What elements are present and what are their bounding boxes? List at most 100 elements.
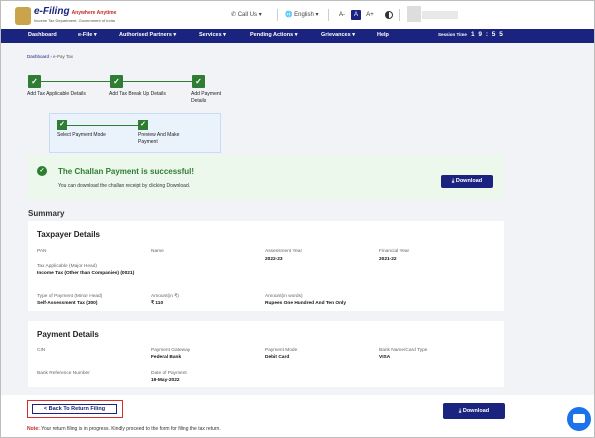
payment-title: Payment Details — [37, 330, 99, 339]
fy-label: Financial Year — [379, 249, 410, 254]
download-label: Download — [462, 408, 490, 414]
chat-icon — [573, 414, 585, 423]
divider — [399, 9, 400, 21]
taxpayer-title: Taxpayer Details — [37, 230, 100, 239]
mode-value: Debit Card — [265, 355, 290, 360]
contrast-icon[interactable] — [385, 11, 393, 19]
font-increase-button[interactable]: A+ — [365, 10, 375, 20]
nav-services-label: Services — [199, 32, 222, 38]
download-icon: ⤓ — [451, 178, 455, 184]
bottom-actions: < Back To Return Filing ⤓ Download Note:… — [1, 395, 594, 437]
nav-grievances-label: Grievances — [321, 32, 351, 38]
success-subtitle: You can download the challan receipt by … — [58, 183, 191, 189]
nav-authorised-partners[interactable]: Authorised Partners ▾ — [119, 32, 176, 38]
browser-frame: e-Filing Anywhere Anytime Income Tax Depa… — [0, 0, 595, 438]
ay-value: 2022-23 — [265, 257, 283, 262]
logo-title: e-Filing — [34, 6, 70, 17]
nav-efile-label: e-File — [78, 32, 93, 38]
font-normal-button[interactable]: A — [351, 10, 361, 20]
name-label: Name — [151, 249, 164, 254]
font-decrease-button[interactable]: A- — [337, 10, 347, 20]
emblem-icon — [15, 7, 31, 25]
footer-note: Note: Your return filing is in progress.… — [27, 426, 221, 432]
nav-help[interactable]: Help — [377, 32, 389, 38]
step-complete-icon: ✓ — [110, 75, 123, 88]
bank-value: VISA — [379, 355, 391, 360]
note-text: Your return filing is in progress. Kindl… — [41, 426, 221, 432]
call-us-label: Call Us — [237, 12, 258, 18]
download-label: Download — [455, 178, 483, 184]
amount-words-value: Rupees One Hundred And Ten Only — [265, 301, 347, 306]
top-header: e-Filing Anywhere Anytime Income Tax Depa… — [1, 1, 594, 29]
note-prefix: Note: — [27, 426, 40, 432]
step-label-2: Add Tax Break Up Details — [109, 91, 166, 97]
session-timer: 1 9 : 5 5 — [471, 31, 504, 38]
date-value: 19-May-2022 — [151, 378, 180, 383]
substep-panel: ✓ ✓ Select Payment Mode Preview And Make… — [49, 113, 221, 153]
taxpayer-card: Taxpayer Details PAN Name Assessment Yea… — [28, 221, 504, 311]
nav-services[interactable]: Services ▾ — [199, 32, 226, 38]
language-label: English — [294, 12, 314, 18]
nav-partners-label: Authorised Partners — [119, 32, 172, 38]
session-label: Session Time — [438, 32, 467, 37]
summary-title: Summary — [28, 209, 65, 218]
substep-label-2: Preview And Make Payment — [138, 132, 180, 145]
chat-button[interactable] — [567, 407, 591, 431]
ay-label: Assessment Year — [265, 249, 303, 254]
payment-card: Payment Details CIN Payment Gateway Fede… — [28, 321, 504, 387]
site-logo[interactable]: e-Filing Anywhere Anytime — [34, 6, 116, 17]
download-icon: ⤓ — [458, 408, 462, 414]
pan-label: PAN — [37, 249, 47, 254]
breadcrumb-current: e-Pay Tax — [53, 54, 73, 59]
download-receipt-button[interactable]: ⤓ Download — [441, 175, 493, 188]
nav-pending-label: Pending Actions — [250, 32, 294, 38]
amount-label: Amount(in ₹) — [151, 294, 179, 299]
mode-label: Payment Mode — [265, 348, 298, 353]
back-to-return-filing-button[interactable]: < Back To Return Filing — [32, 404, 117, 414]
back-highlight: < Back To Return Filing — [27, 400, 123, 418]
gateway-value: Federal Bank — [151, 355, 182, 360]
success-title: The Challan Payment is successful! — [58, 167, 195, 176]
success-banner: ✓ The Challan Payment is successful! You… — [28, 155, 504, 199]
amount-value: ₹ 110 — [151, 301, 164, 306]
step-label-1: Add Tax Applicable Details — [27, 91, 86, 97]
amount-words-label: Amount(in words) — [265, 294, 303, 299]
minor-head-value: Self-Assessment Tax (300) — [37, 301, 98, 306]
main-content: Dashboard › e-Pay Tax ✓ ✓ ✓ Add Tax Appl… — [1, 43, 594, 437]
step-connector — [41, 81, 110, 82]
nav-grievances[interactable]: Grievances ▾ — [321, 32, 355, 38]
nav-efile[interactable]: e-File ▾ — [78, 32, 97, 38]
nav-dashboard[interactable]: Dashboard — [28, 32, 57, 38]
step-complete-icon: ✓ — [192, 75, 205, 88]
nav-pending-actions[interactable]: Pending Actions ▾ — [250, 32, 297, 38]
step-connector — [123, 81, 192, 82]
bank-ref-label: Bank Reference Number — [37, 371, 90, 376]
divider — [328, 9, 329, 21]
user-name-redacted — [422, 11, 458, 19]
bank-label: Bank Name/Card Type — [379, 348, 428, 353]
substep-connector — [67, 125, 138, 126]
fy-value: 2021-22 — [379, 257, 397, 262]
step-label-3: Add Payment Details — [191, 91, 222, 104]
cin-label: CIN — [37, 348, 46, 353]
minor-head-label: Type of Payment (Minor Head) — [37, 294, 103, 299]
breadcrumb-dashboard[interactable]: Dashboard — [27, 54, 49, 59]
breadcrumb: Dashboard › e-Pay Tax — [27, 54, 73, 59]
major-head-label: Tax Applicable (Major Head) — [37, 264, 97, 269]
substep-label-1: Select Payment Mode — [57, 132, 106, 138]
download-button[interactable]: ⤓ Download — [443, 403, 505, 419]
date-label: Date of Payment — [151, 371, 187, 376]
substep-complete-icon: ✓ — [57, 120, 67, 130]
main-nav: Dashboard e-File ▾ Authorised Partners ▾… — [1, 29, 594, 43]
logo-subtitle: Anywhere Anytime — [71, 10, 117, 16]
gateway-label: Payment Gateway — [151, 348, 191, 353]
substep-complete-icon: ✓ — [138, 120, 148, 130]
check-circle-icon: ✓ — [37, 166, 47, 176]
major-head-value: Income Tax (Other than Companies) (0021) — [37, 271, 135, 276]
step-complete-icon: ✓ — [28, 75, 41, 88]
language-menu[interactable]: 🌐 English ▾ — [285, 11, 319, 18]
call-us-menu[interactable]: ✆ Call Us ▾ — [231, 11, 262, 18]
divider — [277, 9, 278, 21]
logo-tagline: Income Tax Department, Government of Ind… — [34, 18, 115, 23]
avatar[interactable] — [407, 6, 421, 22]
